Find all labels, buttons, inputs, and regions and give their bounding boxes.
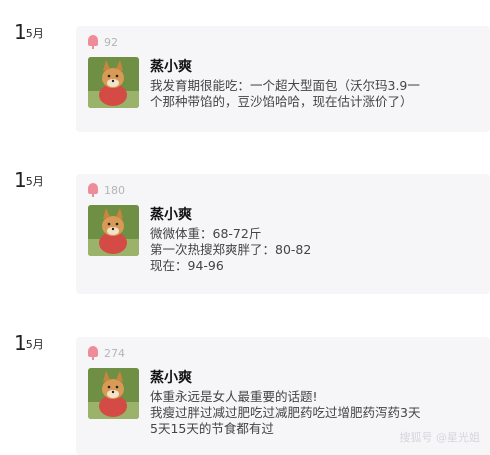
post-count: 180	[104, 183, 125, 197]
author-name[interactable]: 蒸小爽	[150, 367, 192, 387]
date-day: 1	[14, 20, 27, 44]
author-name[interactable]: 蒸小爽	[150, 56, 192, 76]
post-meta: 274	[88, 346, 125, 360]
date-month: 5月	[25, 338, 44, 351]
post-text-line: 体重永远是女人最重要的话题!	[150, 389, 318, 404]
shiba-dog-avatar-image	[88, 57, 139, 108]
avatar[interactable]	[88, 57, 139, 108]
post-text: 微微体重：68-72斤 第一次热搜郑爽胖了：80-82 现在：94-96	[150, 226, 480, 274]
date-day: 1	[14, 331, 27, 355]
popsicle-icon	[88, 183, 98, 197]
post-text-line: 第一次热搜郑爽胖了：80-82	[150, 242, 312, 257]
post-date: 15月	[14, 170, 44, 190]
post-text-line: 我瘦过胖过减过肥吃过减肥药吃过增肥药泻药3天	[150, 405, 421, 420]
date-month: 5月	[25, 27, 44, 40]
post-text-line: 我发育期很能吃：一个超大型面包（沃尔玛3.9一	[150, 78, 420, 93]
post-count: 274	[104, 346, 125, 360]
watermark: 搜狐号 @星光姐	[399, 431, 481, 444]
post-entry: 15月 180 蒸小爽 微微体重：68-72斤 第一次热搜郑爽胖了：80-82 …	[0, 170, 490, 296]
post-text-line: 微微体重：68-72斤	[150, 226, 262, 241]
shiba-dog-avatar-image	[88, 368, 139, 419]
post-date: 15月	[14, 22, 44, 42]
post-card[interactable]: 180 蒸小爽 微微体重：68-72斤 第一次热搜郑爽胖了：80-82 现在：9…	[76, 174, 490, 294]
popsicle-icon	[88, 35, 98, 49]
author-name[interactable]: 蒸小爽	[150, 204, 192, 224]
avatar[interactable]	[88, 205, 139, 256]
date-month: 5月	[25, 175, 44, 188]
post-text-line: 个那种带馅的，豆沙馅哈哈，现在估计涨价了）	[150, 94, 413, 109]
post-entry: 15月 274 蒸小爽 体重永远是女人最重要的话题! 我瘦过胖过减过肥吃过减肥药…	[0, 333, 490, 455]
post-meta: 180	[88, 183, 125, 197]
post-entry: 15月 92 蒸小爽 我发育期很能吃：一个超大型面包（沃尔玛3.9一 个那种带馅…	[0, 22, 490, 134]
post-date: 15月	[14, 333, 44, 353]
popsicle-icon	[88, 346, 98, 360]
post-card[interactable]: 274 蒸小爽 体重永远是女人最重要的话题! 我瘦过胖过减过肥吃过减肥药吃过增肥…	[76, 337, 490, 455]
date-day: 1	[14, 168, 27, 192]
shiba-dog-avatar-image	[88, 205, 139, 256]
post-text-line: 现在：94-96	[150, 258, 224, 273]
post-card[interactable]: 92 蒸小爽 我发育期很能吃：一个超大型面包（沃尔玛3.9一 个那种带馅的，豆沙…	[76, 26, 490, 132]
post-count: 92	[104, 35, 118, 49]
post-meta: 92	[88, 35, 118, 49]
avatar[interactable]	[88, 368, 139, 419]
post-text: 我发育期很能吃：一个超大型面包（沃尔玛3.9一 个那种带馅的，豆沙馅哈哈，现在估…	[150, 78, 480, 110]
